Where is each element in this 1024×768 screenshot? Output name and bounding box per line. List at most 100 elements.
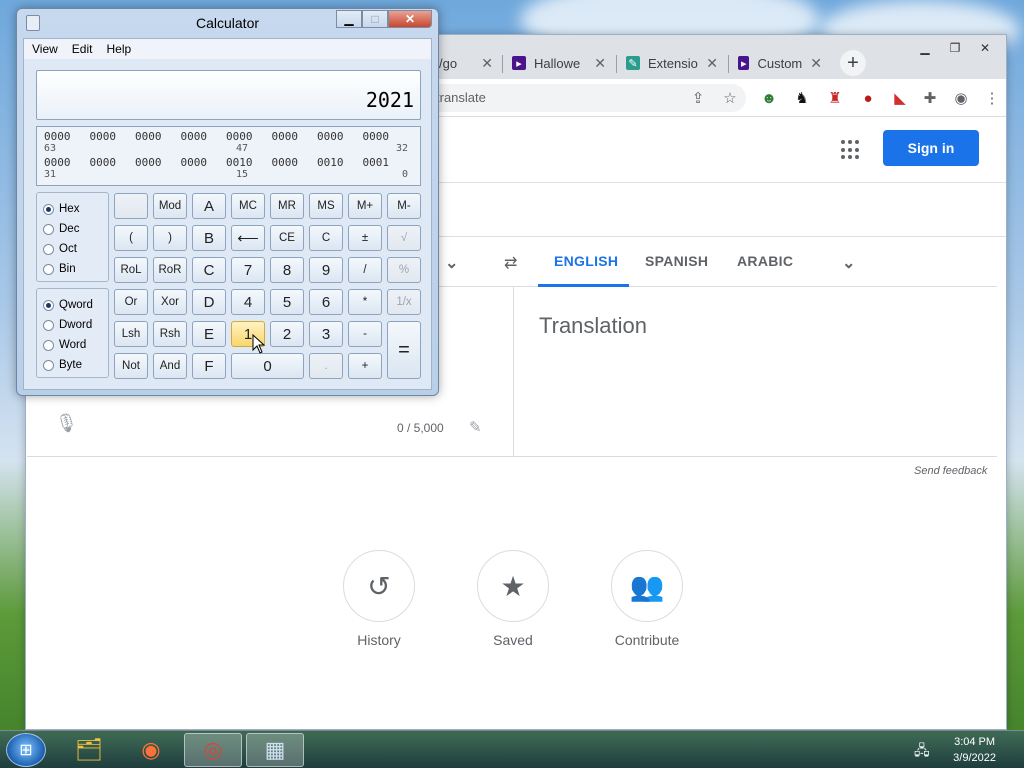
key-not[interactable]: Not (114, 353, 148, 379)
menu-view[interactable]: View (32, 42, 58, 59)
key-6[interactable]: 6 (309, 289, 343, 315)
bookmark-star-icon[interactable]: ☆ (720, 88, 740, 108)
key-hex-c[interactable]: C (192, 257, 226, 283)
key-mc[interactable]: MC (231, 193, 265, 219)
target-lang-spanish[interactable]: SPANISH (645, 253, 708, 269)
key-or[interactable]: Or (114, 289, 148, 315)
profile-avatar-icon[interactable]: ◉ (951, 88, 971, 108)
key-lsh[interactable]: Lsh (114, 321, 148, 347)
key-mplus[interactable]: M+ (348, 193, 382, 219)
key-c[interactable]: C (309, 225, 343, 251)
key-rol[interactable]: RoL (114, 257, 148, 283)
menu-kebab-icon[interactable]: ⋮ (982, 88, 1002, 108)
extension-character-icon[interactable]: ♜ (825, 88, 845, 108)
key-multiply[interactable]: * (348, 289, 382, 315)
key-5[interactable]: 5 (270, 289, 304, 315)
close-icon[interactable]: ✕ (481, 55, 493, 72)
extension-face-icon[interactable]: ☻ (759, 88, 779, 108)
radio-qword[interactable]: Qword (43, 295, 108, 315)
key-ce[interactable]: CE (270, 225, 304, 251)
key-b[interactable]: B (192, 225, 226, 251)
key-3[interactable]: 3 (309, 321, 343, 347)
extension-among-us-icon[interactable]: ● (858, 88, 878, 108)
key-reciprocal[interactable]: 1/x (387, 289, 421, 315)
target-lang-english[interactable]: ENGLISH (554, 253, 618, 269)
target-language-dropdown-icon[interactable]: ⌄ (842, 253, 856, 273)
apps-grid-icon[interactable] (841, 140, 861, 160)
extension-watermelon-icon[interactable]: ◣ (890, 88, 910, 108)
key-backspace[interactable]: ⟵ (231, 225, 265, 251)
system-clock[interactable]: 3:04 PM 3/9/2022 (953, 734, 996, 766)
close-icon[interactable]: ✕ (810, 55, 822, 72)
key-a[interactable]: A (192, 193, 226, 219)
key-0[interactable]: 0 (231, 353, 304, 379)
key-decimal[interactable]: . (309, 353, 343, 379)
extension-cat-icon[interactable]: ♞ (792, 88, 812, 108)
key-and[interactable]: And (153, 353, 187, 379)
radio-dec[interactable]: Dec (43, 219, 108, 239)
extensions-puzzle-icon[interactable]: ✚ (920, 88, 940, 108)
send-feedback-link[interactable]: Send feedback (914, 465, 987, 477)
key-percent[interactable]: % (387, 257, 421, 283)
key-equals[interactable]: = (387, 321, 421, 379)
tab-custom[interactable]: ▸ Custom ✕ (730, 47, 830, 79)
calc-close-button[interactable]: ✕ (388, 10, 432, 28)
key-7[interactable]: 7 (231, 257, 265, 283)
key-d[interactable]: D (192, 289, 226, 315)
swap-languages-icon[interactable]: ⇄ (504, 253, 518, 273)
menu-help[interactable]: Help (106, 42, 131, 59)
tab-google[interactable]: /go ✕ (431, 47, 501, 79)
new-tab-button[interactable]: + (840, 50, 866, 76)
key-ror[interactable]: RoR (153, 257, 187, 283)
key-e[interactable]: E (192, 321, 226, 347)
tab-halloween[interactable]: ▸ Hallowe ✕ (504, 47, 614, 79)
explorer-icon[interactable]: 🗂 (60, 733, 118, 767)
minimize-button[interactable]: ▁ (912, 39, 938, 57)
radio-oct[interactable]: Oct (43, 239, 108, 259)
radio-byte[interactable]: Byte (43, 355, 108, 375)
close-icon[interactable]: ✕ (706, 55, 718, 72)
key-rparen[interactable]: ) (153, 225, 187, 251)
network-icon[interactable]: 🖧 (914, 740, 930, 764)
key-mr[interactable]: MR (270, 193, 304, 219)
key-f[interactable]: F (192, 353, 226, 379)
radio-dword[interactable]: Dword (43, 315, 108, 335)
calc-maximize-button[interactable]: □ (362, 10, 388, 28)
history-button[interactable]: ↺ History (309, 550, 449, 648)
key-plusminus[interactable]: ± (348, 225, 382, 251)
target-lang-arabic[interactable]: ARABIC (737, 253, 793, 269)
key-8[interactable]: 8 (270, 257, 304, 283)
key-mod[interactable]: Mod (153, 193, 187, 219)
sign-in-button[interactable]: Sign in (883, 130, 979, 166)
start-button[interactable]: ⊞ (6, 733, 46, 767)
key-rsh[interactable]: Rsh (153, 321, 187, 347)
key-add[interactable]: + (348, 353, 382, 379)
microphone-icon[interactable]: 🎙 (55, 413, 78, 434)
key-ms[interactable]: MS (309, 193, 343, 219)
radio-word[interactable]: Word (43, 335, 108, 355)
key-lparen[interactable]: ( (114, 225, 148, 251)
key-subtract[interactable]: - (348, 321, 382, 347)
edit-pencil-icon[interactable]: ✎ (469, 418, 482, 436)
radio-bin[interactable]: Bin (43, 259, 108, 279)
key-xor[interactable]: Xor (153, 289, 187, 315)
calc-minimize-button[interactable]: ▁ (336, 10, 362, 28)
key-divide[interactable]: / (348, 257, 382, 283)
key-4[interactable]: 4 (231, 289, 265, 315)
source-language-dropdown-icon[interactable]: ⌄ (445, 253, 459, 273)
key-9[interactable]: 9 (309, 257, 343, 283)
contribute-button[interactable]: 👥 Contribute (577, 550, 717, 648)
share-icon[interactable]: ⇪ (688, 88, 708, 108)
firefox-icon[interactable]: ◉ (122, 733, 180, 767)
tab-extensions[interactable]: ✎ Extensio ✕ (618, 47, 726, 79)
chrome-icon[interactable]: ◎ (184, 733, 242, 767)
key-sqrt[interactable]: √ (387, 225, 421, 251)
key-2[interactable]: 2 (270, 321, 304, 347)
close-button[interactable]: ✕ (972, 39, 998, 57)
menu-edit[interactable]: Edit (72, 42, 93, 59)
radio-hex[interactable]: Hex (43, 199, 108, 219)
key-mminus[interactable]: M- (387, 193, 421, 219)
calculator-icon[interactable]: ▦ (246, 733, 304, 767)
close-icon[interactable]: ✕ (594, 55, 606, 72)
saved-button[interactable]: ★ Saved (443, 550, 583, 648)
